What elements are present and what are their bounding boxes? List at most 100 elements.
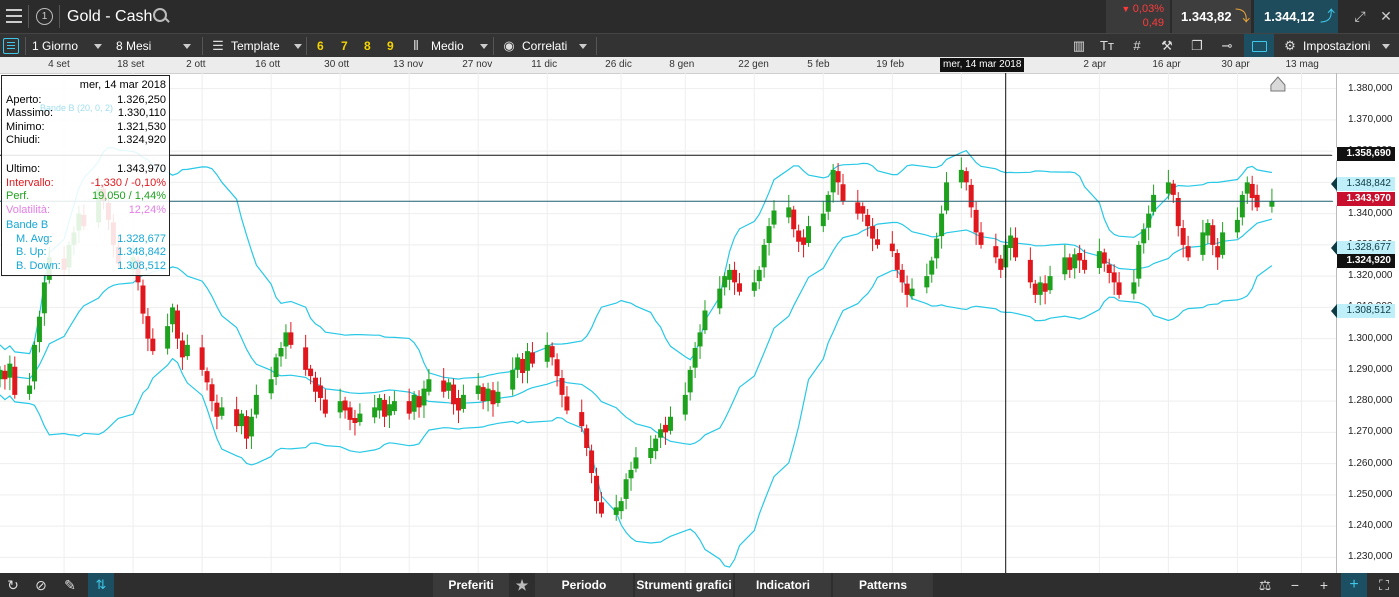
windows-icon[interactable]: ❐	[1186, 34, 1208, 58]
expand-icon[interactable]: ⤢	[1349, 0, 1371, 33]
preset-7-button[interactable]: 7	[341, 34, 348, 58]
info-date: mer, 14 mar 2018	[79, 79, 166, 91]
ask-button[interactable]: 1.344,12 ⤴	[1254, 0, 1338, 33]
price-tick-label: 1.260,000	[1348, 457, 1393, 469]
candle	[855, 189, 861, 220]
candle	[529, 342, 535, 368]
no-entry-icon[interactable]: ⊘	[28, 573, 54, 597]
candle-body	[702, 310, 708, 331]
candle-body	[317, 385, 323, 398]
sort-toggle[interactable]: ⇅	[88, 573, 114, 597]
candle-body	[1244, 182, 1250, 194]
chart-type-dropdown[interactable]: Medio	[431, 34, 488, 58]
candle	[658, 423, 664, 448]
date-tick-label: 16 ott	[255, 59, 281, 70]
template-icon[interactable]: ☰	[207, 34, 229, 58]
candle-body	[165, 326, 171, 349]
candle	[416, 390, 422, 418]
link-icon[interactable]: ⊸	[1216, 34, 1238, 58]
layout-icon[interactable]: ⚖	[1252, 573, 1278, 597]
pencil-icon[interactable]: ✎	[57, 573, 83, 597]
indicators-button[interactable]: Indicatori	[735, 573, 831, 597]
eye-icon[interactable]: ◉	[498, 34, 520, 58]
candle-body	[1180, 228, 1186, 245]
candle-body	[337, 401, 343, 413]
refresh-icon[interactable]: ↻	[0, 573, 26, 597]
candle	[199, 334, 205, 376]
candle	[303, 334, 309, 376]
candles-icon[interactable]: ⫴	[405, 34, 427, 58]
candle	[1027, 247, 1033, 289]
date-tick-label: 2 apr	[1083, 59, 1107, 70]
timeframe-dropdown[interactable]: 1 Giorno	[32, 34, 103, 58]
tools-icon[interactable]: ⚒	[1156, 34, 1178, 58]
candle-body	[889, 243, 895, 252]
gear-icon[interactable]: ⚙	[1279, 34, 1301, 58]
preset-9-button[interactable]: 9	[387, 34, 394, 58]
candle-body	[998, 258, 1004, 270]
change-box: ▼ 0,03% 0,49	[1106, 0, 1170, 33]
info-circle-icon[interactable]: 1	[36, 8, 53, 25]
candle-body	[924, 276, 930, 288]
text-size-icon[interactable]: Tт	[1096, 34, 1118, 58]
chart-area[interactable]: 1.380,0001.370,0001.360,0001.350,0001.34…	[0, 73, 1399, 573]
candle	[278, 342, 284, 367]
candle	[12, 356, 18, 399]
star-icon[interactable]: ★	[511, 573, 533, 597]
candle	[973, 201, 979, 245]
zoom-out-icon[interactable]: −	[1282, 573, 1308, 597]
menu-icon[interactable]	[6, 9, 22, 24]
patterns-button[interactable]: Patterns	[833, 573, 933, 597]
candle	[1175, 192, 1181, 237]
crosshair-mode-toggle[interactable]: +	[1341, 573, 1367, 597]
settings-dropdown[interactable]: Impostazioni	[1303, 34, 1391, 58]
correlated-dropdown[interactable]: Correlati	[522, 34, 588, 58]
price-chart[interactable]	[0, 73, 1399, 573]
candle-body	[1215, 246, 1221, 258]
arrow-down-icon: ⤵	[1235, 8, 1251, 25]
bollinger-middle-band	[0, 218, 1273, 446]
crosshair-toggle[interactable]	[1244, 34, 1274, 58]
candle-body	[480, 387, 486, 402]
candle-body	[717, 288, 723, 309]
info-row: Minimo: 1.321,530	[6, 121, 166, 133]
range-dropdown[interactable]: 8 Mesi	[116, 34, 192, 58]
candle-body	[475, 385, 481, 394]
list-icon[interactable]	[3, 38, 19, 54]
info-volatility: Volatilità: 12,24%	[6, 204, 166, 216]
close-icon[interactable]: ✕	[1375, 0, 1397, 33]
date-tick-label: 22 gen	[738, 59, 769, 70]
price-tick-label: 1.280,000	[1348, 395, 1393, 407]
candle-body	[382, 399, 388, 417]
ruler-icon[interactable]: ▥	[1068, 34, 1090, 58]
candle-body	[0, 369, 3, 380]
bid-button[interactable]: 1.343,82 ⤵	[1172, 0, 1251, 33]
candle-body	[446, 382, 452, 391]
preset-8-button[interactable]: 8	[364, 34, 371, 58]
candle	[273, 353, 279, 386]
candle-body	[1101, 252, 1107, 264]
period-button[interactable]: Periodo	[535, 573, 633, 597]
candle-body	[1067, 257, 1073, 270]
date-tick-label: 4 set	[48, 59, 70, 70]
zoom-in-icon[interactable]: +	[1311, 573, 1337, 597]
drawing-tools-button[interactable]: Strumenti grafici	[635, 573, 733, 597]
candle-body	[1146, 213, 1152, 228]
candle-body	[584, 428, 590, 448]
instrument-title: Gold - Cash	[67, 8, 153, 25]
template-dropdown[interactable]: Template	[231, 34, 302, 58]
timeframe-label: 1 Giorno	[32, 39, 79, 53]
candle	[1210, 219, 1216, 256]
candle	[889, 231, 895, 258]
candle	[1165, 169, 1171, 200]
info-row: Massimo: 1.330,110	[6, 107, 166, 119]
candle-body	[865, 214, 871, 227]
scroll-to-latest-icon[interactable]	[1270, 76, 1286, 92]
grid-icon[interactable]: #	[1126, 34, 1148, 58]
preset-6-button[interactable]: 6	[317, 34, 324, 58]
fit-icon[interactable]: ⛶	[1371, 573, 1397, 597]
candle-body	[1106, 264, 1112, 273]
ohlc-info-panel: Bande B (20, 0, 2) mer, 14 mar 2018 Aper…	[1, 75, 170, 276]
candle-body	[860, 206, 866, 214]
favorites-button[interactable]: Preferiti	[433, 573, 509, 597]
